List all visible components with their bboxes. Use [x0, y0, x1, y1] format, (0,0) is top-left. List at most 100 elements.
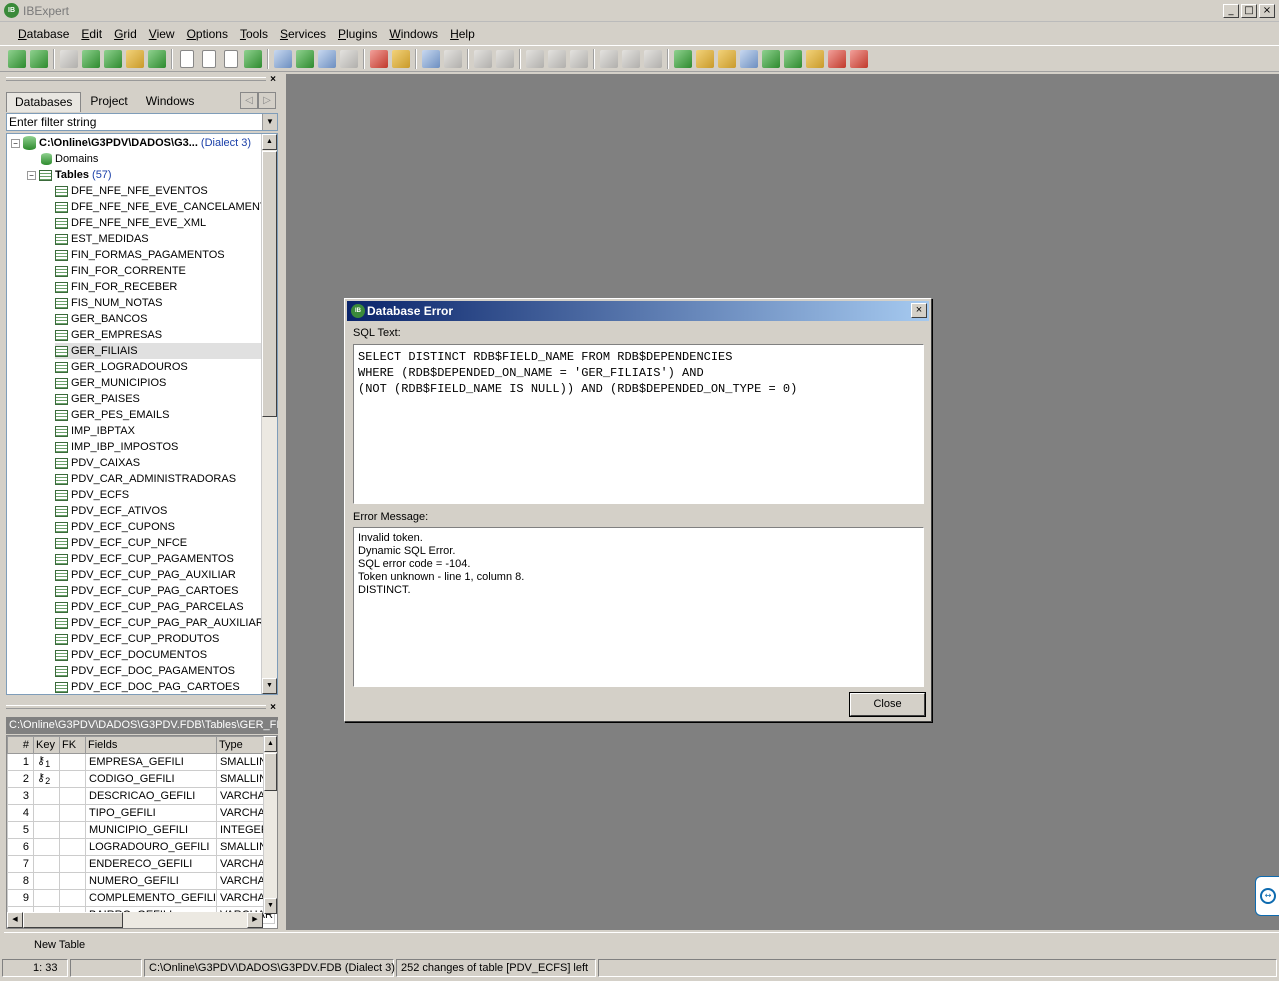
- menu-plugins[interactable]: Plugins: [332, 27, 383, 41]
- find-next-icon[interactable]: [622, 49, 640, 68]
- tree-table-item[interactable]: PDV_ECF_CUP_PAG_PAR_AUXILIAR: [55, 615, 264, 631]
- commit-icon[interactable]: [244, 49, 262, 68]
- field-row[interactable]: 5 MUNICIPIO_GEFILI INTEGER: [7, 821, 275, 839]
- scroll-up-icon[interactable]: ▲: [262, 134, 277, 150]
- register-database-icon[interactable]: [8, 49, 26, 68]
- filter-dropdown-icon[interactable]: ▼: [262, 114, 277, 130]
- reconnect-icon[interactable]: [82, 49, 100, 68]
- refresh-objects-icon[interactable]: [148, 49, 166, 68]
- new-table-button[interactable]: New Table: [34, 939, 85, 951]
- tree-scrollbar[interactable]: ▲ ▼: [261, 134, 277, 694]
- sql-editor-icon[interactable]: [274, 49, 292, 68]
- error-message-box[interactable]: Invalid token. Dynamic SQL Error. SQL er…: [353, 527, 924, 687]
- menu-services[interactable]: Services: [274, 27, 332, 41]
- dialog-title-bar[interactable]: IB Database Error ×: [347, 301, 929, 321]
- tab-project[interactable]: Project: [81, 91, 136, 112]
- menu-help[interactable]: Help: [444, 27, 481, 41]
- col-fk-header[interactable]: FK: [59, 736, 86, 754]
- field-row[interactable]: 3 DESCRICAO_GEFILI VARCHAR: [7, 787, 275, 805]
- tree-tables-node[interactable]: − Tables (57): [27, 167, 112, 183]
- scroll-down-icon[interactable]: ▼: [264, 898, 277, 914]
- tree-table-item[interactable]: PDV_ECF_CUPONS: [55, 519, 175, 535]
- new-generator-icon[interactable]: [762, 49, 780, 68]
- open-file-icon[interactable]: [474, 49, 492, 68]
- close-explorer-icon[interactable]: ×: [270, 74, 276, 85]
- menu-database[interactable]: Database: [12, 27, 75, 41]
- field-row[interactable]: 7 ENDERECO_GEFILI VARCHAR: [7, 855, 275, 873]
- disconnect-icon[interactable]: [104, 49, 122, 68]
- minimize-button[interactable]: _: [1223, 4, 1239, 18]
- database-tree[interactable]: − C:\Online\G3PDV\DADOS\G3... (Dialect 3…: [6, 133, 278, 695]
- print-icon[interactable]: [340, 49, 358, 68]
- tree-table-item[interactable]: PDV_ECF_DOC_PAGAMENTOS: [55, 663, 235, 679]
- scroll-right-icon[interactable]: ▶: [247, 912, 263, 928]
- scroll-thumb[interactable]: [262, 151, 277, 417]
- scroll-left-icon[interactable]: ◀: [7, 912, 23, 928]
- copy-icon[interactable]: [548, 49, 566, 68]
- scroll-thumb[interactable]: [264, 753, 277, 791]
- close-button[interactable]: Close: [849, 692, 926, 717]
- col-key-header[interactable]: Key: [33, 736, 60, 754]
- collapse-icon[interactable]: −: [27, 170, 36, 180]
- cut-icon[interactable]: [526, 49, 544, 68]
- tree-table-item[interactable]: PDV_ECF_CUP_NFCE: [55, 535, 187, 551]
- tree-table-item[interactable]: PDV_ECF_CUP_PAG_AUXILIAR: [55, 567, 236, 583]
- field-row[interactable]: 1 ⚷1 EMPRESA_GEFILI SMALLINT: [7, 753, 275, 771]
- tree-table-item[interactable]: IMP_IBPTAX: [55, 423, 135, 439]
- tab-left-arrow-icon[interactable]: ◁: [240, 92, 258, 109]
- create-database-icon[interactable]: [126, 49, 144, 68]
- tree-table-item[interactable]: FIN_FOR_CORRENTE: [55, 263, 186, 279]
- tree-table-item[interactable]: EST_MEDIDAS: [55, 231, 149, 247]
- new-trigger-icon[interactable]: [740, 49, 758, 68]
- tree-table-item[interactable]: PDV_CAR_ADMINISTRADORAS: [55, 471, 236, 487]
- field-row[interactable]: 6 LOGRADOURO_GEFILI SMALLINT: [7, 838, 275, 856]
- tree-table-item[interactable]: PDV_ECF_DOCUMENTOS: [55, 647, 207, 663]
- tree-table-item[interactable]: PDV_ECF_CUP_PAGAMENTOS: [55, 551, 234, 567]
- sql-text-box[interactable]: SELECT DISTINCT RDB$FIELD_NAME FROM RDB$…: [353, 344, 924, 504]
- grid-scrollbar[interactable]: ▲ ▼: [263, 736, 277, 914]
- database-monitor-icon[interactable]: [422, 49, 440, 68]
- new-procedure-icon[interactable]: [718, 49, 736, 68]
- tree-table-item[interactable]: IMP_IBP_IMPOSTOS: [55, 439, 178, 455]
- user-manager-icon[interactable]: [370, 49, 388, 68]
- tree-table-item[interactable]: PDV_CAIXAS: [55, 455, 140, 471]
- menu-edit[interactable]: Edit: [75, 27, 108, 41]
- tab-windows[interactable]: Windows: [137, 91, 204, 112]
- menu-options[interactable]: Options: [181, 27, 234, 41]
- field-row[interactable]: 8 NUMERO_GEFILI VARCHAR: [7, 872, 275, 890]
- find-icon[interactable]: [600, 49, 618, 68]
- connect-icon[interactable]: [60, 49, 78, 68]
- field-row[interactable]: 9 COMPLEMENTO_GEFILI VARCHAR: [7, 889, 275, 907]
- tab-right-arrow-icon[interactable]: ▷: [258, 92, 276, 109]
- filter-input[interactable]: Enter filter string ▼: [6, 113, 278, 131]
- tree-table-item[interactable]: PDV_ECF_DOC_PAG_CARTOES: [55, 679, 240, 694]
- replace-icon[interactable]: [644, 49, 662, 68]
- tree-table-item[interactable]: PDV_ECFS: [55, 487, 129, 503]
- export-icon[interactable]: [444, 49, 462, 68]
- tree-table-item[interactable]: GER_FILIAIS: [55, 343, 261, 359]
- close-window-button[interactable]: ×: [1259, 4, 1275, 18]
- copy-document-icon[interactable]: [224, 49, 238, 68]
- tree-table-item[interactable]: GER_BANCOS: [55, 311, 147, 327]
- field-row[interactable]: 2 ⚷2 CODIGO_GEFILI SMALLINT: [7, 770, 275, 788]
- col-number-header[interactable]: #: [7, 736, 34, 754]
- new-exception-icon[interactable]: [784, 49, 802, 68]
- teamviewer-widget[interactable]: ↔: [1255, 876, 1279, 916]
- tree-table-item[interactable]: GER_PAISES: [55, 391, 140, 407]
- tree-table-item[interactable]: DFE_NFE_NFE_EVENTOS: [55, 183, 208, 199]
- scroll-down-icon[interactable]: ▼: [262, 678, 277, 694]
- menu-tools[interactable]: Tools: [234, 27, 274, 41]
- hscroll-thumb[interactable]: [23, 912, 123, 928]
- panel-grip[interactable]: [6, 705, 266, 709]
- script-executive-icon[interactable]: [318, 49, 336, 68]
- tree-table-item[interactable]: PDV_ECF_CUP_PRODUTOS: [55, 631, 219, 647]
- tree-database-node[interactable]: − C:\Online\G3PDV\DADOS\G3... (Dialect 3…: [11, 135, 251, 151]
- open-document-icon[interactable]: [202, 49, 216, 68]
- tree-domains-node[interactable]: Domains: [41, 151, 98, 167]
- new-role-icon[interactable]: [828, 49, 846, 68]
- scroll-up-icon[interactable]: ▲: [264, 736, 277, 752]
- field-row[interactable]: 4 TIPO_GEFILI VARCHAR: [7, 804, 275, 822]
- dialog-close-icon[interactable]: ×: [911, 303, 927, 318]
- tree-table-item[interactable]: GER_MUNICIPIOS: [55, 375, 166, 391]
- fields-grid[interactable]: # Key FK Fields Type 1 ⚷1 EMPRESA_GEFILI SM…: [6, 735, 278, 929]
